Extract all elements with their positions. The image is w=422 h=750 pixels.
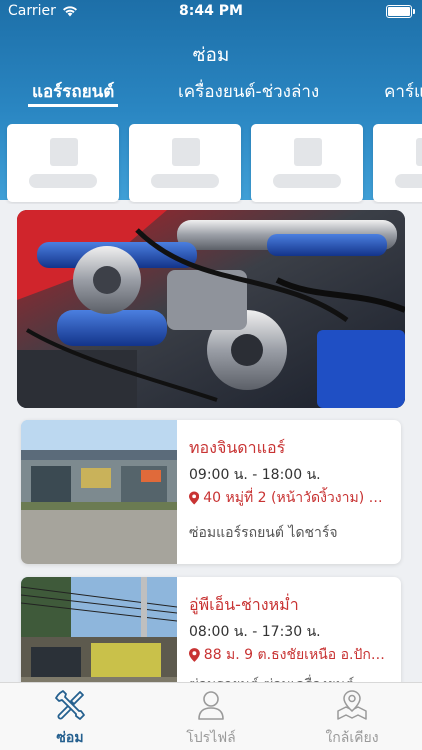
status-bar: Carrier 8:44 PM (0, 0, 422, 24)
tab-bar-label: ใกล้เคียง (325, 730, 379, 746)
tab-engine-suspension[interactable]: เครื่องยนต์-ช่วงล่าง (178, 78, 319, 105)
shop-address-text: 40 หมู่ที่ 2 (หน้าวัดงิ้วงาม) ต.ไ... (203, 490, 389, 506)
tab-air-conditioner[interactable]: แอร์รถยนต์ (32, 78, 114, 105)
subcategory-card-placeholder[interactable] (373, 124, 422, 202)
tab-bar-profile[interactable]: โปรไฟล์ (141, 683, 281, 750)
shop-description: ซ่อมแอร์รถยนต์ ไดชาร์จ (189, 525, 338, 541)
shop-hours: 08:00 น. - 17:30 น. (189, 624, 321, 640)
location-pin-icon (189, 491, 200, 505)
clock: 8:44 PM (179, 3, 243, 19)
shop-photo (21, 420, 177, 564)
shop-name[interactable]: อู่พีเอ็น-ช่างหม่ำ (189, 593, 299, 618)
person-icon (198, 691, 224, 720)
battery-icon (386, 5, 415, 18)
shop-card[interactable]: อู่พีเอ็น-ช่างหม่ำ 08:00 น. - 17:30 น. 8… (21, 577, 401, 697)
map-pin-icon (337, 690, 367, 720)
bottom-tab-bar: ซ่อม โปรไฟล์ ใกล้เคียง (0, 682, 422, 750)
tab-bar-nearby[interactable]: ใกล้เคียง (282, 683, 422, 750)
subcategory-row (0, 124, 422, 204)
wrench-screwdriver-icon (55, 690, 85, 720)
location-pin-icon (189, 648, 200, 662)
tab-car-care[interactable]: คาร์แ (384, 78, 422, 105)
shop-name[interactable]: ทองจินดาแอร์ (189, 436, 285, 461)
tab-bar-label: โปรไฟล์ (186, 730, 236, 746)
shop-address-text: 88 ม. 9 ต.ธงชัยเหนือ อ.ปักธ... (203, 647, 389, 663)
shop-photo (21, 577, 177, 697)
shop-address: 88 ม. 9 ต.ธงชัยเหนือ อ.ปักธ... (189, 644, 389, 666)
page-title: ซ่อม (192, 44, 230, 66)
shop-address: 40 หมู่ที่ 2 (หน้าวัดงิ้วงาม) ต.ไ... (189, 487, 389, 509)
active-tab-indicator (28, 104, 118, 107)
subcategory-card-placeholder[interactable] (129, 124, 241, 202)
shop-hours: 09:00 น. - 18:00 น. (189, 467, 321, 483)
shop-card[interactable]: ทองจินดาแอร์ 09:00 น. - 18:00 น. 40 หมู่… (21, 420, 401, 564)
subcategory-card-placeholder[interactable] (7, 124, 119, 202)
subcategory-card-placeholder[interactable] (251, 124, 363, 202)
tab-bar-label: ซ่อม (56, 730, 84, 746)
tab-bar-repair[interactable]: ซ่อม (0, 683, 140, 750)
promo-banner-engine-image[interactable] (17, 210, 405, 408)
